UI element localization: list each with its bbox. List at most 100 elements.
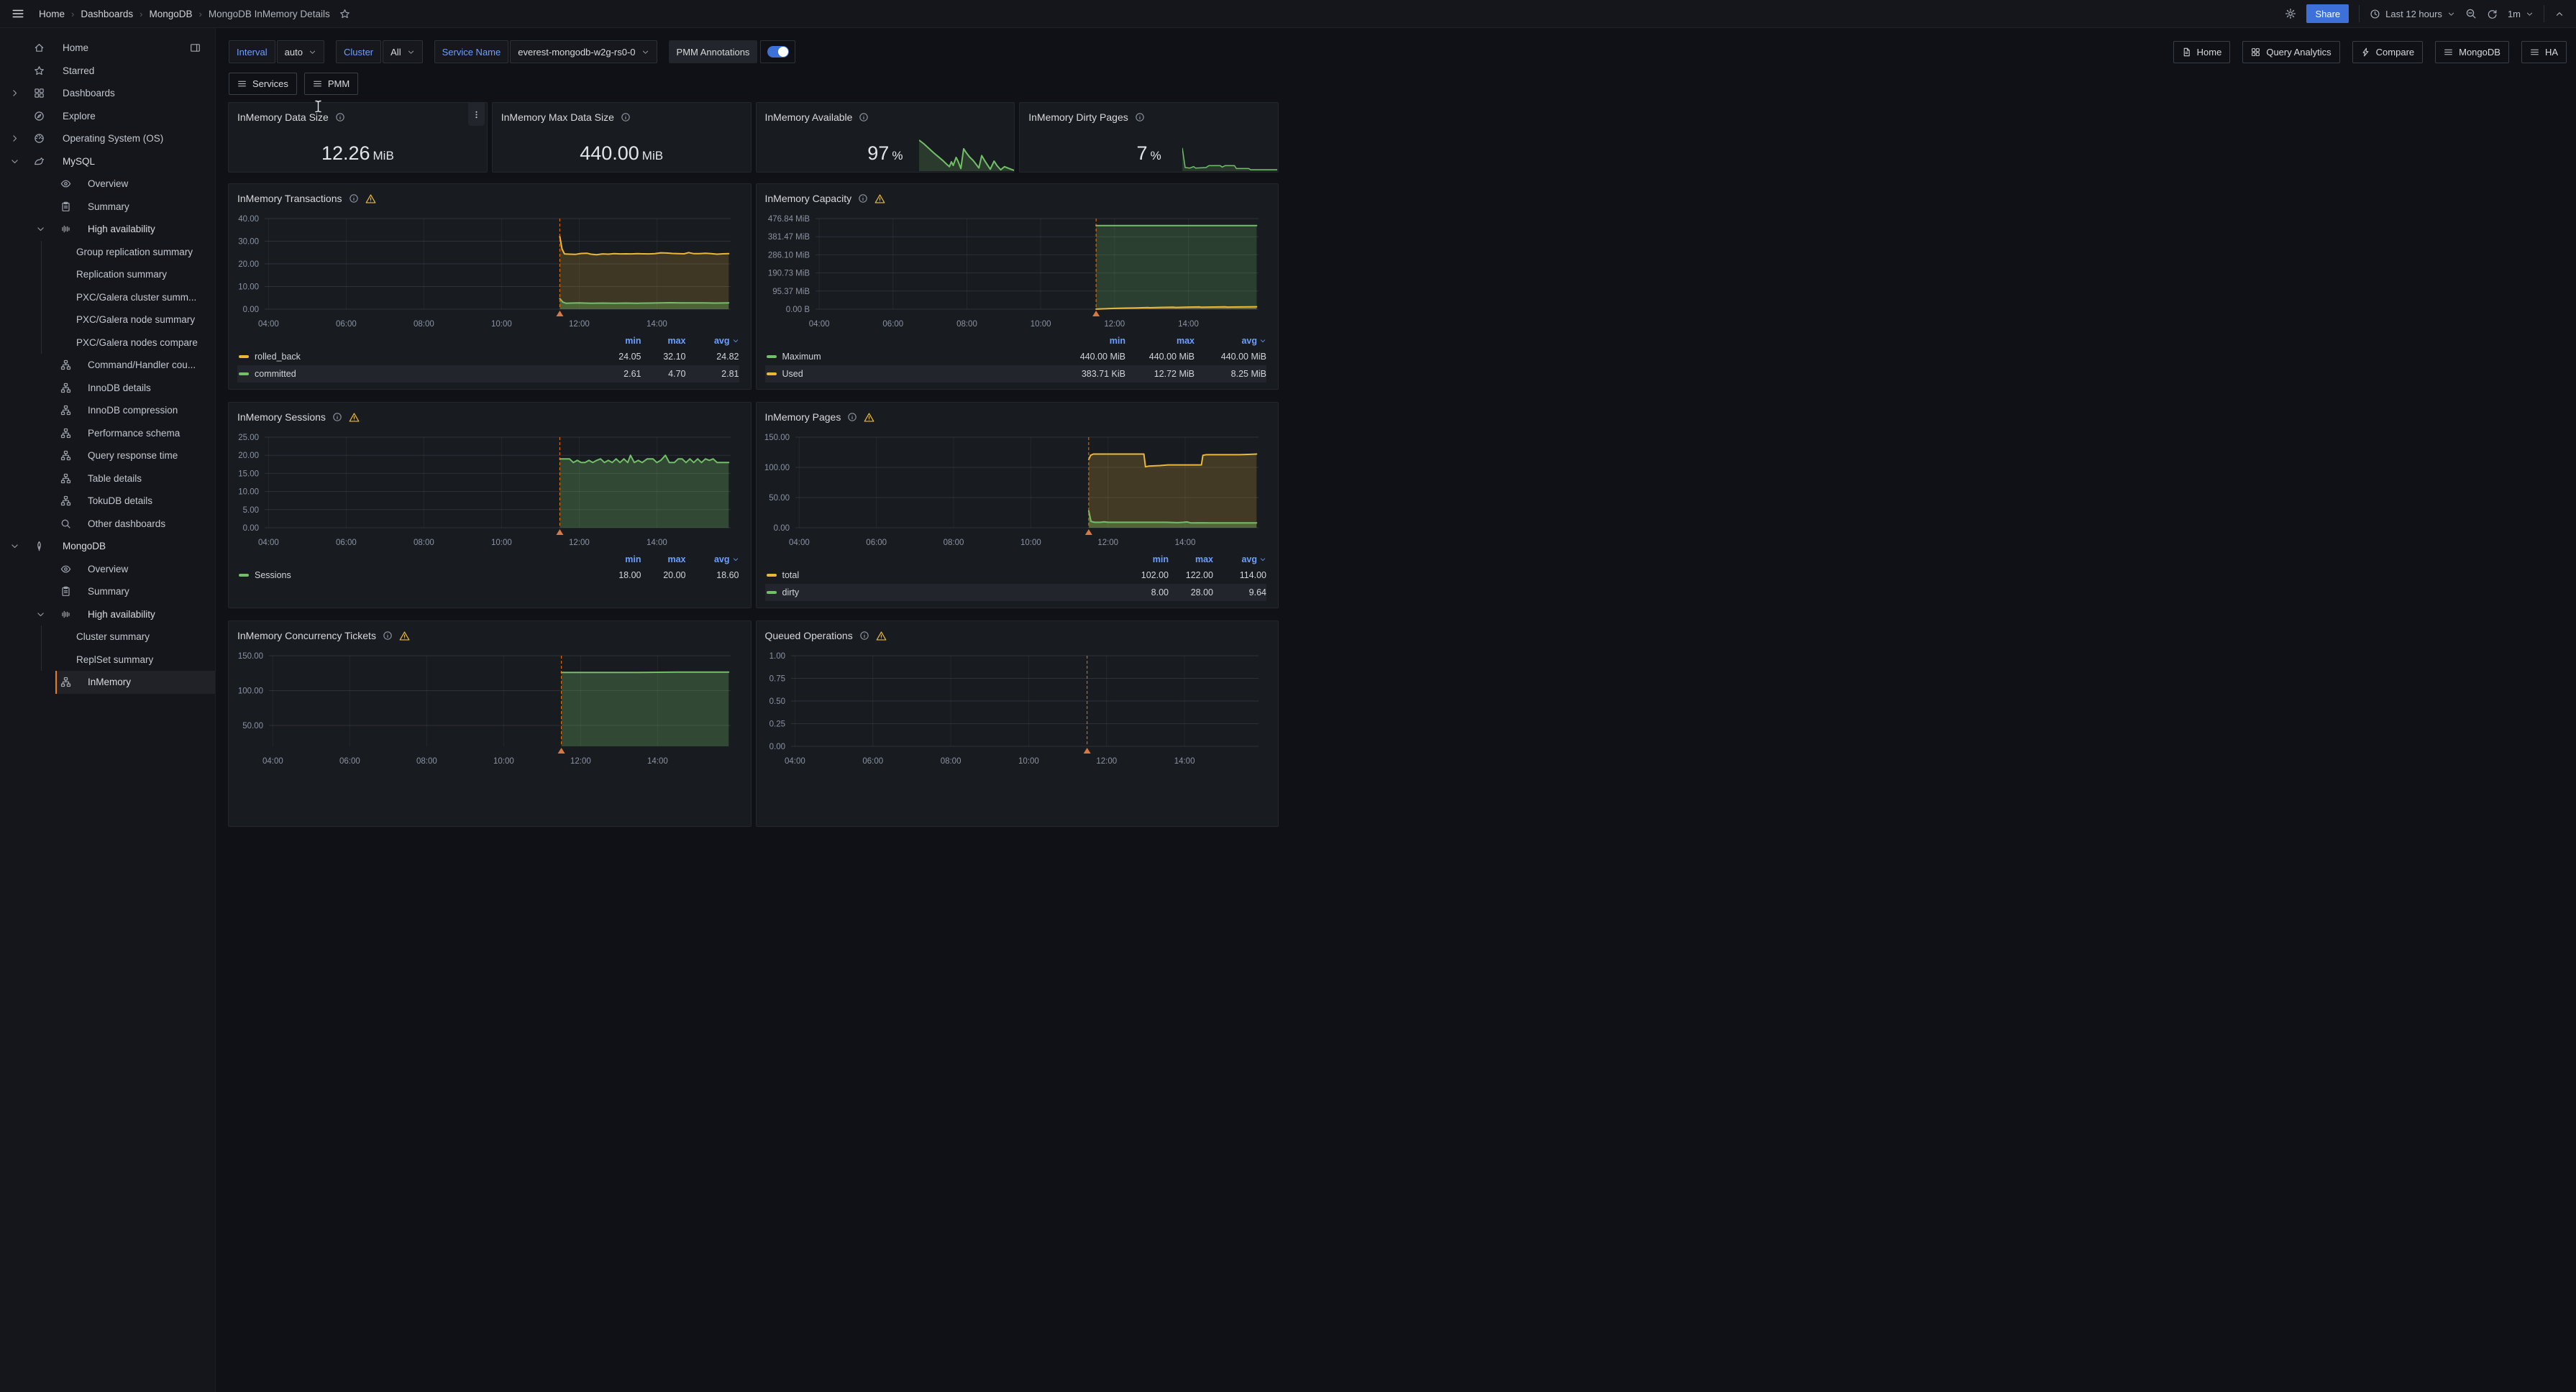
panel-title[interactable]: InMemory Pages — [765, 411, 841, 423]
breadcrumb-home[interactable]: Home — [39, 9, 65, 19]
sidebar-item-overview[interactable]: Overview — [0, 173, 215, 196]
legend-series-Sessions[interactable]: Sessions — [237, 570, 597, 580]
sidebar-item-mongodb[interactable]: MongoDB — [0, 535, 215, 558]
sidebar-item-cluster-summary[interactable]: Cluster summary — [0, 626, 215, 649]
info-icon[interactable] — [621, 112, 631, 122]
sidebar-item-group-replication-summary[interactable]: Group replication summary — [0, 241, 215, 264]
interval-select[interactable]: auto — [277, 40, 324, 63]
warning-icon[interactable] — [399, 631, 410, 641]
sidebar-item-table-details[interactable]: Table details — [0, 467, 215, 490]
info-icon[interactable] — [847, 412, 857, 422]
legend-sort-max[interactable]: max — [1125, 336, 1195, 346]
sidebar-item-command-handler-cou[interactable]: Command/Handler cou... — [0, 354, 215, 377]
chevron-down-icon[interactable] — [36, 610, 45, 619]
share-button[interactable]: Share — [2306, 4, 2349, 23]
legend-sort-max[interactable]: max — [641, 554, 686, 564]
legend-series-total[interactable]: total — [765, 570, 1125, 580]
sidebar-item-other-dashboards[interactable]: Other dashboards — [0, 513, 215, 536]
warning-icon[interactable] — [864, 412, 874, 423]
legend-sort-avg[interactable]: avg — [1213, 554, 1266, 564]
panel-title[interactable]: InMemory Data Size — [237, 111, 329, 123]
legend-sort-min[interactable]: min — [597, 336, 641, 346]
legend-sort-avg[interactable]: avg — [1195, 336, 1266, 346]
sidebar-item-dashboards[interactable]: Dashboards — [0, 82, 215, 105]
warning-icon[interactable] — [874, 193, 885, 204]
info-icon[interactable] — [383, 631, 393, 641]
info-icon[interactable] — [335, 112, 345, 122]
sidebar-item-summary[interactable]: Summary — [0, 580, 215, 603]
service-name-select[interactable]: everest-mongodb-w2g-rs0-0 — [510, 40, 657, 63]
cluster-label[interactable]: Cluster — [336, 40, 381, 63]
cluster-select[interactable]: All — [383, 40, 422, 63]
sidebar-item-tokudb-details[interactable]: TokuDB details — [0, 490, 215, 513]
pmm-annotations-toggle[interactable] — [760, 40, 795, 63]
panel-title[interactable]: InMemory Concurrency Tickets — [237, 630, 376, 641]
info-icon[interactable] — [332, 412, 342, 422]
chevron-down-icon[interactable] — [10, 157, 19, 166]
panel-right-icon[interactable] — [190, 42, 201, 53]
link-mongodb-button[interactable]: MongoDB — [2435, 41, 2509, 63]
panel-title[interactable]: InMemory Transactions — [237, 193, 342, 204]
chevron-down-icon[interactable] — [36, 224, 45, 234]
sidebar-item-pxc-galera-nodes-compare[interactable]: PXC/Galera nodes compare — [0, 331, 215, 354]
chevron-down-icon[interactable] — [10, 541, 19, 551]
services-button[interactable]: Services — [229, 73, 297, 95]
dashboard-settings-icon[interactable] — [2285, 8, 2296, 19]
panel-menu-kebab[interactable] — [468, 103, 485, 126]
legend-series-Maximum[interactable]: Maximum — [765, 352, 1057, 362]
legend-sort-avg[interactable]: avg — [686, 336, 739, 346]
legend-sort-min[interactable]: min — [597, 554, 641, 564]
info-icon[interactable] — [859, 112, 869, 122]
sidebar-item-query-response-time[interactable]: Query response time — [0, 444, 215, 467]
panel-title[interactable]: InMemory Sessions — [237, 411, 326, 423]
sidebar-item-replset-summary[interactable]: ReplSet summary — [0, 649, 215, 672]
sidebar-item-pxc-galera-node-summary[interactable]: PXC/Galera node summary — [0, 308, 215, 331]
collapse-toolbar-icon[interactable] — [2554, 9, 2564, 19]
sidebar-item-operating-system-os[interactable]: Operating System (OS) — [0, 127, 215, 150]
sidebar-item-explore[interactable]: Explore — [0, 105, 215, 128]
sidebar-item-high-availability[interactable]: High availability — [0, 603, 215, 626]
sidebar-item-starred[interactable]: Starred — [0, 60, 215, 83]
legend-sort-max[interactable]: max — [641, 336, 686, 346]
legend-sort-min[interactable]: min — [1056, 336, 1125, 346]
interval-label[interactable]: Interval — [229, 40, 275, 63]
panel-title[interactable]: InMemory Dirty Pages — [1028, 111, 1128, 123]
sidebar-item-performance-schema[interactable]: Performance schema — [0, 422, 215, 445]
info-icon[interactable] — [859, 631, 869, 641]
menu-toggle-icon[interactable] — [12, 7, 24, 20]
info-icon[interactable] — [349, 193, 359, 203]
legend-series-rolled_back[interactable]: rolled_back — [237, 352, 597, 362]
legend-sort-avg[interactable]: avg — [686, 554, 739, 564]
link-ha-button[interactable]: HA — [2521, 41, 2567, 63]
legend-sort-min[interactable]: min — [1124, 554, 1169, 564]
sidebar-item-high-availability[interactable]: High availability — [0, 218, 215, 241]
refresh-icon[interactable] — [2487, 9, 2498, 19]
legend-series-committed[interactable]: committed — [237, 369, 597, 379]
panel-title[interactable]: InMemory Capacity — [765, 193, 852, 204]
link-home-button[interactable]: Home — [2173, 41, 2231, 63]
legend-series-Used[interactable]: Used — [765, 369, 1057, 379]
time-range-picker[interactable]: Last 12 hours — [2370, 9, 2455, 19]
info-icon[interactable] — [1135, 112, 1145, 122]
pmm-button[interactable]: PMM — [304, 73, 358, 95]
info-icon[interactable] — [858, 193, 868, 203]
warning-icon[interactable] — [349, 412, 360, 423]
panel-title[interactable]: Queued Operations — [765, 630, 853, 641]
sidebar-item-summary[interactable]: Summary — [0, 196, 215, 219]
breadcrumb-dashboards[interactable]: Dashboards — [81, 9, 133, 19]
sidebar-item-inmemory[interactable]: InMemory — [0, 671, 215, 694]
sidebar-item-overview[interactable]: Overview — [0, 558, 215, 581]
sidebar-item-pxc-galera-cluster-summ[interactable]: PXC/Galera cluster summ... — [0, 286, 215, 309]
breadcrumb-mongodb[interactable]: MongoDB — [150, 9, 193, 19]
panel-title[interactable]: InMemory Max Data Size — [501, 111, 614, 123]
sidebar-item-innodb-compression[interactable]: InnoDB compression — [0, 399, 215, 422]
sidebar-item-home[interactable]: Home — [0, 37, 215, 60]
zoom-out-icon[interactable] — [2465, 8, 2477, 19]
warning-icon[interactable] — [876, 631, 887, 641]
link-compare-button[interactable]: Compare — [2352, 41, 2423, 63]
chevron-right-icon[interactable] — [10, 88, 19, 98]
legend-series-dirty[interactable]: dirty — [765, 587, 1125, 597]
panel-title[interactable]: InMemory Available — [765, 111, 853, 123]
sidebar-item-mysql[interactable]: MySQL — [0, 150, 215, 173]
refresh-interval-picker[interactable]: 1m — [2508, 9, 2534, 19]
